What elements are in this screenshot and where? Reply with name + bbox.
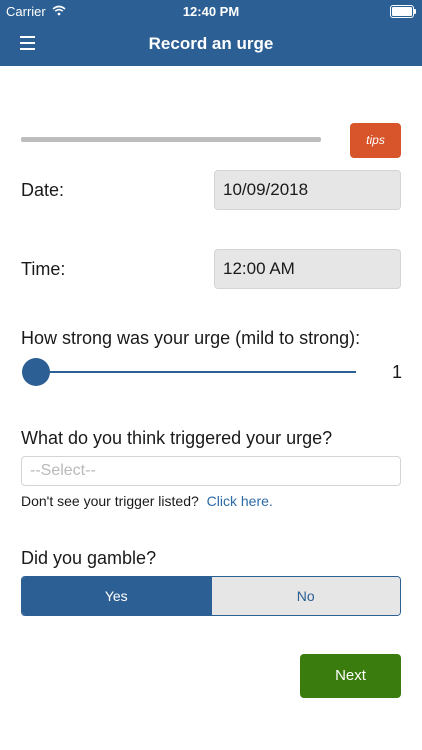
urge-strength-label: How strong was your urge (mild to strong… (21, 328, 361, 348)
next-button[interactable]: Next (300, 654, 401, 698)
trigger-hint-text: Don't see your trigger listed? (21, 493, 199, 509)
urge-strength-value: 1 (392, 362, 403, 382)
battery-icon (390, 5, 416, 18)
trigger-label: What do you think triggered your urge? (21, 428, 333, 448)
urge-strength-slider-track[interactable] (36, 371, 356, 373)
gamble-label: Did you gamble? (21, 548, 157, 568)
nav-bar: Record an urge (0, 22, 422, 66)
status-bar: Carrier 12:40 PM (0, 0, 422, 22)
page-title: Record an urge (148, 34, 274, 53)
time-label: Time: (21, 259, 66, 279)
click-here-link[interactable]: Click here. (207, 493, 273, 509)
gamble-no-button[interactable]: No (210, 577, 400, 615)
progress-bar (21, 137, 321, 142)
status-time: 12:40 PM (182, 4, 240, 19)
gamble-yes-button[interactable]: Yes (22, 577, 211, 615)
gamble-segmented-control: Yes No (21, 576, 401, 616)
time-field[interactable]: 12:00 AM (214, 249, 401, 289)
date-field[interactable]: 10/09/2018 (214, 170, 401, 210)
tips-button[interactable]: tips (350, 123, 401, 158)
trigger-hint: Don't see your trigger listed? Click her… (21, 493, 273, 509)
date-label: Date: (21, 180, 65, 200)
trigger-select[interactable]: --Select-- (21, 456, 401, 486)
urge-strength-slider-thumb[interactable] (22, 358, 50, 386)
